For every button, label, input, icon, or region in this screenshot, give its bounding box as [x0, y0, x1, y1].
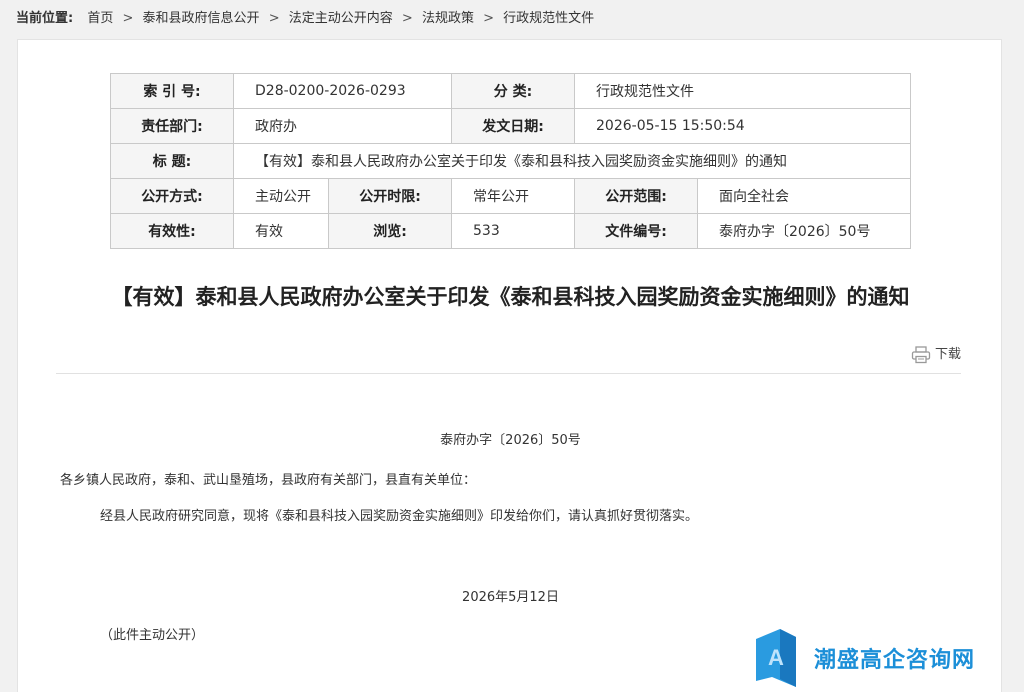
meta-row-dept: 责任部门: 政府办 发文日期: 2026-05-15 15:50:54 — [110, 108, 912, 144]
download-button[interactable]: 下载 — [911, 344, 961, 366]
period-value: 常年公开 — [451, 178, 576, 214]
meta-row-publish: 公开方式: 主动公开 公开时限: 常年公开 公开范围: 面向全社会 — [110, 178, 912, 214]
scope-value: 面向全社会 — [697, 178, 912, 214]
breadcrumb-item-statutory[interactable]: 法定主动公开内容 — [289, 11, 393, 26]
views-label: 浏览: — [327, 213, 453, 249]
dept-value: 政府办 — [232, 108, 453, 144]
index-label: 索 引 号: — [110, 73, 234, 109]
issue-date: 2026年5月12日 — [462, 590, 559, 605]
validity-label: 有效性: — [110, 213, 234, 249]
docno-label: 文件编号: — [574, 213, 699, 249]
validity-value: 有效 — [233, 213, 329, 249]
meta-row-status: 有效性: 有效 浏览: 533 文件编号: 泰府办字〔2026〕50号 — [110, 213, 912, 249]
divider — [56, 373, 961, 374]
meta-row-index: 索 引 号: D28-0200-2026-0293 分 类: 行政规范性文件 — [110, 73, 912, 109]
title-value: 【有效】泰和县人民政府办公室关于印发《泰和县科技入园奖励资金实施细则》的通知 — [232, 143, 912, 179]
breadcrumb-item-policies[interactable]: 法规政策 — [422, 11, 474, 26]
title-label: 标 题: — [110, 143, 234, 179]
breadcrumb-item-normative-docs[interactable]: 行政规范性文件 — [503, 11, 594, 26]
index-value: D28-0200-2026-0293 — [232, 73, 453, 109]
period-label: 公开时限: — [327, 178, 453, 214]
breadcrumb-item-gov-info[interactable]: 泰和县政府信息公开 — [143, 11, 260, 26]
method-value: 主动公开 — [233, 178, 329, 214]
public-note: （此件主动公开） — [100, 628, 205, 643]
watermark: A 潮盛高企咨询网 — [756, 628, 975, 688]
watermark-logo-icon: A — [756, 629, 796, 687]
download-label: 下载 — [934, 347, 961, 362]
date-label: 发文日期: — [451, 108, 576, 144]
category-label: 分 类: — [451, 73, 576, 109]
scope-label: 公开范围: — [574, 178, 699, 214]
breadcrumb-separator: > — [122, 11, 134, 26]
salutation: 各乡镇人民政府，泰和、武山垦殖场，县政府有关部门，县直有关单位： — [60, 473, 477, 488]
document-title: 【有效】泰和县人民政府办公室关于印发《泰和县科技入园奖励资金实施细则》的通知 — [111, 284, 910, 309]
breadcrumb-item-home[interactable]: 首页 — [87, 11, 113, 26]
watermark-text: 潮盛高企咨询网 — [814, 647, 976, 673]
category-value: 行政规范性文件 — [574, 73, 912, 109]
document-meta-table: 索 引 号: D28-0200-2026-0293 分 类: 行政规范性文件 责… — [110, 73, 912, 249]
breadcrumb: 当前位置: 首页 > 泰和县政府信息公开 > 法定主动公开内容 > 法规政策 >… — [16, 9, 594, 29]
docno-value: 泰府办字〔2026〕50号 — [697, 213, 912, 249]
dept-label: 责任部门: — [110, 108, 234, 144]
printer-icon — [911, 346, 931, 364]
date-value: 2026-05-15 15:50:54 — [574, 108, 912, 144]
document-number: 泰府办字〔2026〕50号 — [440, 433, 581, 448]
content-panel: 索 引 号: D28-0200-2026-0293 分 类: 行政规范性文件 责… — [17, 39, 1002, 692]
breadcrumb-separator: > — [483, 11, 495, 26]
method-label: 公开方式: — [110, 178, 234, 214]
breadcrumb-separator: > — [401, 11, 413, 26]
svg-text:A: A — [768, 645, 784, 670]
meta-row-title: 标 题: 【有效】泰和县人民政府办公室关于印发《泰和县科技入园奖励资金实施细则》… — [110, 143, 912, 179]
breadcrumb-separator: > — [268, 11, 280, 26]
breadcrumb-label: 当前位置: — [16, 11, 74, 26]
body-paragraph: 经县人民政府研究同意，现将《泰和县科技入园奖励资金实施细则》印发给你们，请认真抓… — [100, 509, 699, 524]
views-value: 533 — [451, 213, 576, 249]
